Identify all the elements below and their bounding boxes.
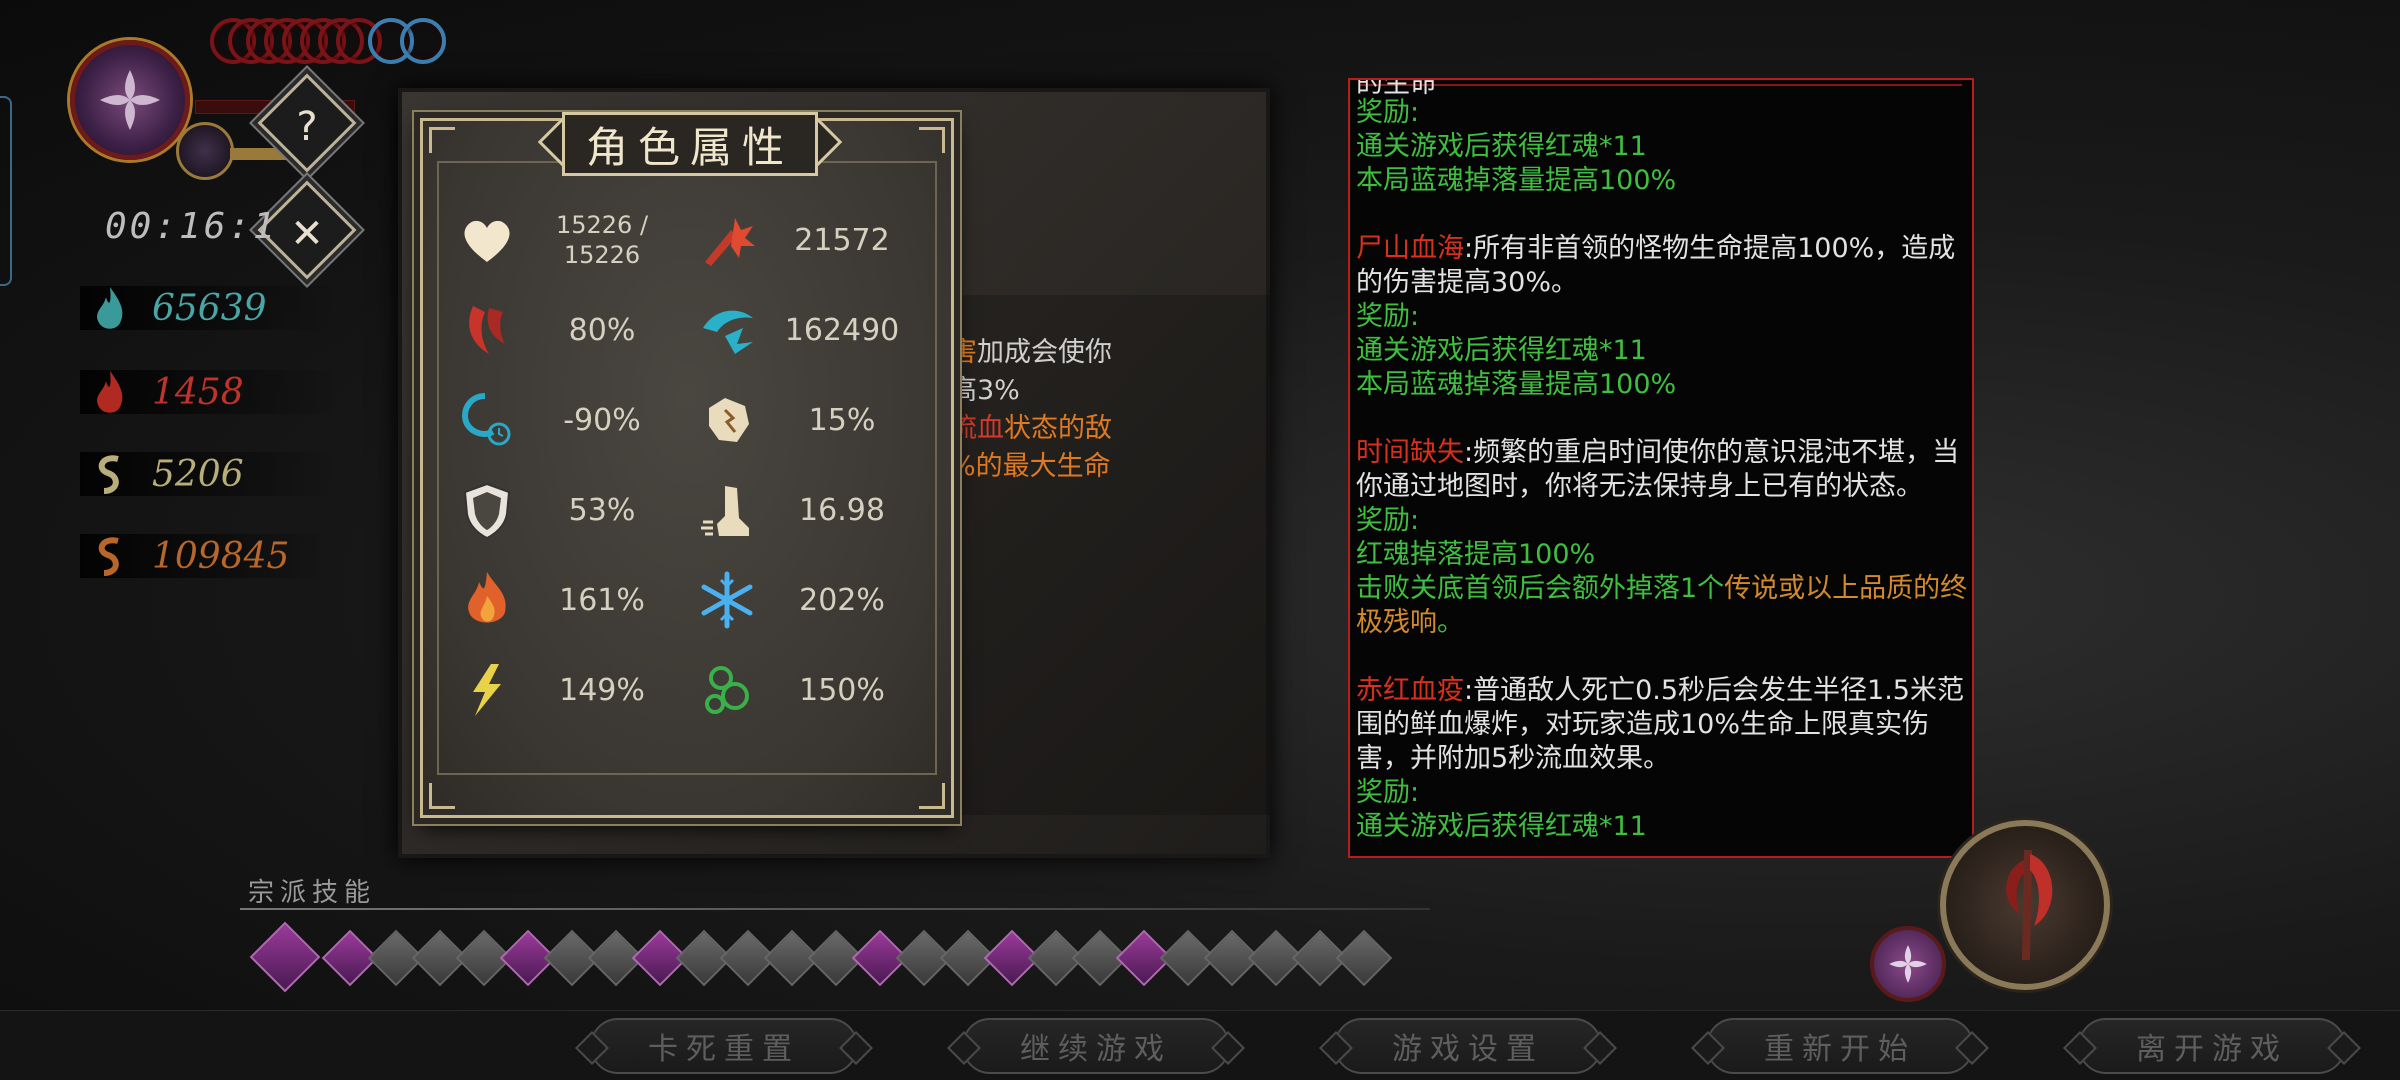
attr-lightning: 149% [455,650,685,730]
heart-icon [464,220,510,262]
blue-ring-icon [400,18,446,64]
red-soul-value: 1458 [152,371,244,413]
skill-sword-icon[interactable] [1335,929,1393,987]
behind-text-line4: %的最大生命 [950,451,1111,482]
gold-swirl-icon [98,455,119,494]
sect-emblem-icon [100,70,160,130]
run-timer: 00:16:1 [105,206,278,247]
poison-value: 150% [799,672,885,708]
sect-emblem-button[interactable] [1870,926,1946,1002]
attributes-title: 角色属性 [585,122,794,172]
defense-value: 53% [568,492,636,528]
behind-text-line2: 高3% [950,375,1020,406]
attr-move-speed: 16.98 [695,470,925,550]
curse-block-3: 时间缺失:频繁的重启时间使你的意识混沌不堪，当你通过地图时，你将无法保持身上已有… [1356,437,1968,638]
crit-rate-value: 80% [568,312,636,348]
cooldown-value: -90% [563,402,641,438]
curse-name-time-loss: 时间缺失 [1356,437,1464,468]
frost-value: 202% [799,582,885,618]
question-icon: ? [296,104,318,151]
crit-damage-value: 162490 [784,312,900,348]
attr-frost: 202% [695,560,925,640]
side-drawer-tab[interactable] [0,96,12,286]
attr-crit-damage: 162490 [695,290,925,370]
gold-swirl-value: 5206 [152,453,244,495]
health-max: 15226 [563,241,641,269]
attr-lifesteal: 15% [695,380,925,460]
behind-text-line1: 害加成会使你 [950,337,1112,368]
skill-skull-icon[interactable] [249,921,321,993]
sect-skills-label: 宗派技能 [248,878,377,908]
attr-fire: 161% [455,560,685,640]
blue-soul-value: 65639 [152,287,267,329]
orange-swirl-value: 109845 [152,535,290,577]
attr-defense: 53% [455,470,685,550]
attack-burst-icon [705,218,755,266]
lifesteal-hand-icon [709,398,749,442]
move-speed-value: 16.98 [799,492,885,528]
sect-emblem-icon [1889,945,1927,983]
currency-blue-soul: 65639 [80,278,340,338]
speed-boot-icon [701,486,749,536]
game-settings-button[interactable]: 游戏设置 [1334,1018,1602,1074]
cooldown-icon [462,393,511,446]
currency-gold-swirl: 5206 [80,444,340,504]
frost-icon [701,571,753,629]
attack-value: 21572 [794,222,890,258]
attributes-title-plate: 角色属性 [537,108,843,182]
attr-poison: 150% [695,650,925,730]
attr-attack: 21572 [695,200,925,280]
curse-block-1: 奖励: 通关游戏后获得红魂*11 本局蓝魂掉落量提高100% [1356,97,1677,196]
curse-description-text: 的生命 奖励: 通关游戏后获得红魂*11 本局蓝魂掉落量提高100% 尸山血海:… [1356,78,1970,856]
desc-cut-line: 的生命 [1356,78,1437,96]
lifesteal-value: 15% [808,402,876,438]
skills-divider [240,908,1430,910]
companion-avatar[interactable] [176,122,234,180]
orange-swirl-icon [98,537,119,576]
health-current: 15226 / [555,211,649,239]
help-button[interactable]: ? [257,73,357,173]
curse-name-crimson-plague: 赤红血疫 [1356,675,1464,706]
lightning-value: 149% [559,672,645,708]
leave-game-button[interactable]: 离开游戏 [2078,1018,2346,1074]
curse-block-2: 尸山血海:所有非首领的怪物生命提高100%，造成的伤害提高30%。 奖励: 通关… [1356,233,1956,400]
attr-crit-rate: 80% [455,290,685,370]
curse-block-4: 赤红血疫:普通敌人死亡0.5秒后会发生半径1.5米范围的鲜血爆炸，对玩家造成10… [1356,675,1964,842]
poison-icon [705,666,749,714]
attr-health: 15226 /15226 [455,200,685,280]
blue-claw-icon [703,310,753,354]
restart-button[interactable]: 重新开始 [1706,1018,1974,1074]
currency-red-soul: 1458 [80,362,340,422]
curse-name-corpse-mountain: 尸山血海 [1356,233,1464,264]
curse-description-panel[interactable]: 的生命 奖励: 通关游戏后获得红魂*11 本局蓝魂掉落量提高100% 尸山血海:… [1348,78,1974,858]
shield-icon [463,482,511,540]
close-icon: ✕ [290,211,324,258]
fire-icon [468,572,506,623]
curse-ring-row [210,18,446,64]
red-soul-icon [97,371,123,413]
lightning-icon [473,664,501,716]
fire-value: 161% [559,582,645,618]
continue-game-button[interactable]: 继续游戏 [962,1018,1230,1074]
crit-claw-icon [469,306,505,354]
attr-cooldown: -90% [455,380,685,460]
blue-soul-icon [97,287,123,329]
player-avatar[interactable] [70,40,190,160]
behind-text-line3: 流血状态的敌 [950,413,1112,444]
unstuck-reset-button[interactable]: 卡死重置 [590,1018,858,1074]
currency-orange-swirl: 109845 [80,526,340,586]
axe-weapon-icon [2006,850,2053,960]
